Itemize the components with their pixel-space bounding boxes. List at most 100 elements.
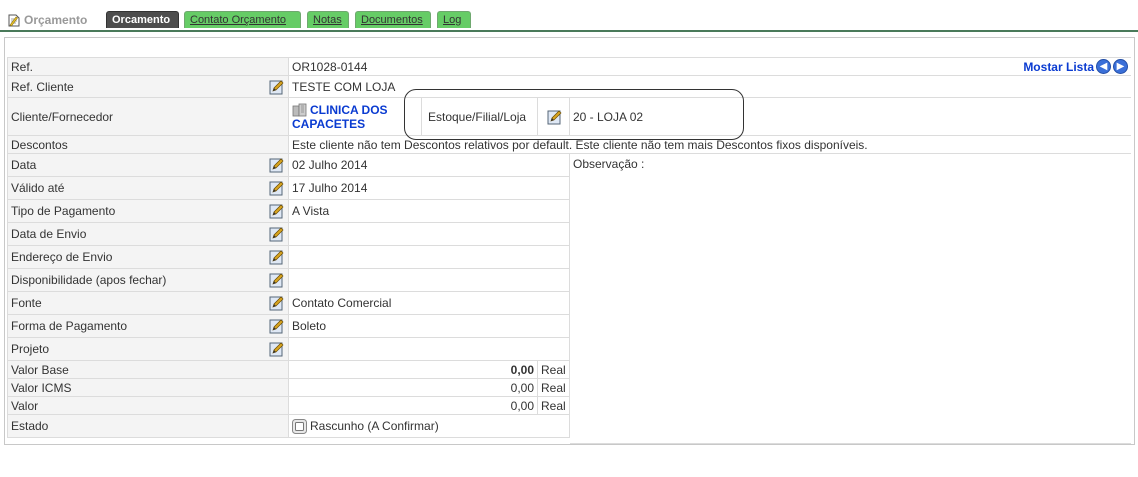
row-forma-pagamento: Forma de Pagamento Boleto	[7, 315, 570, 338]
observacao-label: Observação :	[573, 157, 645, 171]
estoque-value: 20 - LOJA 02	[573, 109, 644, 124]
tab-notas-label: Notas	[313, 14, 342, 26]
valor-icms-label: Valor ICMS	[7, 379, 289, 396]
data-value: 02 Julho 2014	[289, 154, 570, 176]
estoque-label-text: Estoque/Filial/Loja	[428, 109, 527, 124]
cliente-value-cell: CLINICA DOS CAPACETES	[289, 98, 422, 135]
valor-icms-value: 0,00	[289, 379, 538, 396]
valido-label: Válido até	[11, 181, 65, 195]
row-valor-icms: Valor ICMS 0,00 Real	[7, 379, 570, 397]
endereco-envio-label-cell: Endereço de Envio	[7, 246, 289, 268]
tab-orcamento[interactable]: Orcamento	[106, 11, 179, 28]
fonte-label-cell: Fonte	[7, 292, 289, 314]
valor-label: Valor	[7, 397, 289, 414]
disponibilidade-label: Disponibilidade (apos fechar)	[11, 273, 167, 287]
valido-label-cell: Válido até	[7, 177, 289, 199]
edit-icon[interactable]	[269, 157, 285, 173]
estado-label: Estado	[7, 415, 289, 437]
row-endereco-envio: Endereço de Envio	[7, 246, 570, 269]
estoque-label: Estoque/Filial/Loja	[422, 98, 538, 135]
row-ref-cliente: Ref. Cliente TESTE COM LOJA	[7, 76, 1131, 98]
valido-value: 17 Julho 2014	[289, 177, 570, 199]
forma-pagamento-label-cell: Forma de Pagamento	[7, 315, 289, 337]
tab-contato-orcamento[interactable]: Contato Orçamento	[184, 11, 301, 28]
descontos-value: Este cliente não tem Descontos relativos…	[292, 137, 868, 152]
order-table: Ref. OR1028-0144 Ref. Cliente TESTE COM …	[7, 57, 1131, 477]
valor-base-currency: Real	[538, 361, 570, 378]
tab-documentos[interactable]: Documentos	[355, 11, 431, 28]
row-valido: Válido até 17 Julho 2014	[7, 177, 570, 200]
valor-value: 0,00	[289, 397, 538, 414]
row-ref: Ref. OR1028-0144	[7, 57, 1131, 76]
valor-icms-currency: Real	[538, 379, 570, 396]
tab-log-label: Log	[443, 14, 462, 26]
tab-main-title: Orçamento	[8, 11, 87, 29]
edit-icon[interactable]	[269, 318, 285, 334]
projeto-label: Projeto	[11, 342, 50, 356]
data-label: Data	[11, 158, 37, 172]
cliente-label: Cliente/Fornecedor	[7, 98, 289, 135]
row-valor: Valor 0,00 Real	[7, 397, 570, 415]
data-envio-label: Data de Envio	[11, 227, 87, 241]
row-fonte: Fonte Contato Comercial	[7, 292, 570, 315]
edit-icon[interactable]	[547, 109, 563, 125]
draft-status-icon	[292, 418, 307, 434]
forma-pagamento-label: Forma de Pagamento	[11, 319, 128, 333]
edit-icon[interactable]	[269, 203, 285, 219]
edit-icon[interactable]	[269, 272, 285, 288]
row-tipo-pagamento: Tipo de Pagamento A Vista	[7, 200, 570, 223]
valor-base-value: 0,00	[289, 361, 538, 378]
row-data-envio: Data de Envio	[7, 223, 570, 246]
company-icon	[292, 103, 308, 117]
cliente-link-line1[interactable]: CLINICA DOS	[310, 103, 388, 117]
valor-base-label: Valor Base	[7, 361, 289, 378]
estoque-edit-cell	[538, 98, 570, 135]
tipo-pagamento-label-cell: Tipo de Pagamento	[7, 200, 289, 222]
edit-icon[interactable]	[269, 249, 285, 265]
edit-icon[interactable]	[269, 341, 285, 357]
row-data: Data 02 Julho 2014	[7, 154, 570, 177]
tab-log[interactable]: Log	[437, 11, 471, 28]
projeto-value	[289, 338, 570, 360]
data-envio-value	[289, 223, 570, 245]
row-cliente: Cliente/Fornecedor CLINICA DOS CAPACETES…	[7, 98, 1131, 136]
tipo-pagamento-label: Tipo de Pagamento	[11, 204, 116, 218]
estado-value-cell: Rascunho (A Confirmar)	[289, 415, 570, 437]
edit-icon[interactable]	[269, 79, 285, 95]
tab-contato-orcamento-label: Contato Orçamento	[190, 14, 286, 26]
row-descontos: Descontos Este cliente não tem Descontos…	[7, 136, 1131, 154]
fonte-value: Contato Comercial	[289, 292, 570, 314]
descontos-label: Descontos	[7, 136, 289, 153]
cliente-link-line2[interactable]: CAPACETES	[292, 117, 365, 131]
ref-cliente-label: Ref. Cliente	[11, 79, 74, 94]
forma-pagamento-value: Boleto	[289, 315, 570, 337]
row-valor-base: Valor Base 0,00 Real	[7, 361, 570, 379]
tab-orcamento-label: Orcamento	[112, 14, 171, 26]
ref-cliente-label-cell: Ref. Cliente	[7, 76, 289, 97]
endereco-envio-label: Endereço de Envio	[11, 250, 113, 264]
observacao-cell: Observação :	[570, 154, 1131, 444]
edit-icon[interactable]	[269, 295, 285, 311]
disponibilidade-value	[289, 269, 570, 291]
row-disponibilidade: Disponibilidade (apos fechar)	[7, 269, 570, 292]
disponibilidade-label-cell: Disponibilidade (apos fechar)	[7, 269, 289, 291]
ref-value: OR1028-0144	[292, 59, 368, 74]
fonte-label: Fonte	[11, 296, 42, 310]
row-projeto: Projeto	[7, 338, 570, 361]
tab-notas[interactable]: Notas	[307, 11, 349, 28]
ref-cliente-value: TESTE COM LOJA	[292, 79, 396, 94]
data-envio-label-cell: Data de Envio	[7, 223, 289, 245]
estado-value: Rascunho (A Confirmar)	[310, 419, 439, 433]
data-label-cell: Data	[7, 154, 289, 176]
tab-bar: Orçamento Orcamento Contato Orçamento No…	[0, 0, 1138, 32]
row-estado: Estado Rascunho (A Confirmar)	[7, 415, 570, 438]
tipo-pagamento-value: A Vista	[289, 200, 570, 222]
edit-icon[interactable]	[269, 180, 285, 196]
ref-label: Ref.	[7, 58, 289, 75]
projeto-label-cell: Projeto	[7, 338, 289, 360]
endereco-envio-value	[289, 246, 570, 268]
edit-icon[interactable]	[269, 226, 285, 242]
valor-currency: Real	[538, 397, 570, 414]
tab-main-label: Orçamento	[24, 13, 88, 27]
tab-documentos-label: Documentos	[361, 14, 423, 26]
